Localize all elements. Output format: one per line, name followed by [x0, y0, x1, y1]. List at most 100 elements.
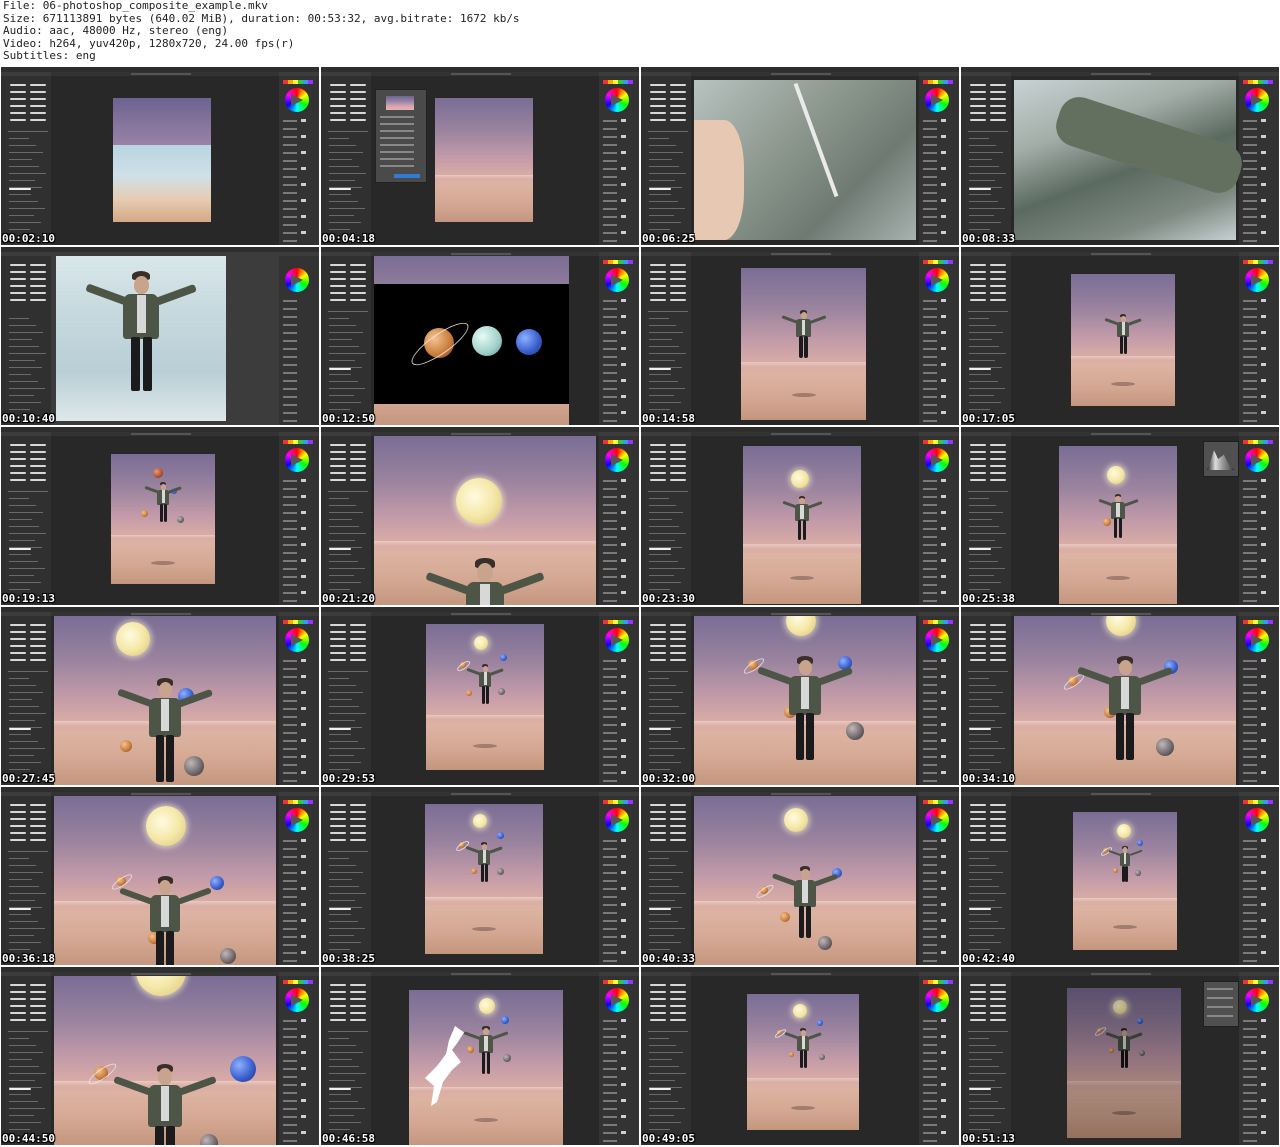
layer-row — [603, 136, 617, 138]
brush-selected-stroke — [329, 728, 351, 730]
composite-document — [374, 256, 569, 425]
layer-list-row — [969, 222, 1001, 223]
person-right-leg — [163, 504, 167, 522]
layer-row — [923, 928, 937, 930]
color-swatch — [948, 80, 953, 84]
layer-row — [603, 1100, 617, 1102]
layer-row — [923, 864, 937, 866]
person-right-leg — [804, 336, 808, 358]
layer-thumbnail — [1261, 347, 1266, 350]
layer-list-row — [649, 935, 674, 936]
person-head — [1118, 659, 1132, 676]
brush-selected-stroke — [649, 368, 671, 370]
layer-thumbnail — [621, 739, 626, 742]
brush-stroke-preview — [990, 264, 1006, 266]
brush-stroke-preview — [670, 472, 686, 474]
layer-row — [283, 848, 297, 850]
composite-document — [54, 976, 276, 1145]
layer-row — [1243, 684, 1257, 686]
person-figure — [783, 1028, 823, 1073]
layer-row — [603, 840, 617, 842]
layer-row — [1243, 1132, 1257, 1134]
layer-list-row — [649, 561, 678, 562]
video-thumbnail: 00:32:00 — [641, 607, 959, 785]
person-left-arm — [112, 1075, 153, 1096]
layer-row — [283, 380, 297, 382]
layer-thumbnail — [1261, 659, 1266, 662]
brush-stroke-preview — [30, 991, 46, 993]
blue-planet — [817, 1020, 823, 1026]
layer-row — [603, 1068, 617, 1070]
layer-thumbnail — [301, 1083, 306, 1086]
layer-list-row — [329, 526, 359, 527]
layer-row — [1243, 1140, 1257, 1142]
layer-list-row — [329, 519, 352, 520]
brush-stroke-preview — [30, 832, 46, 834]
layer-list-row — [9, 1038, 29, 1039]
canvas-area — [371, 976, 599, 1145]
layer-list-row — [969, 935, 994, 936]
person-shadow — [474, 1117, 498, 1122]
layer-thumbnail — [1261, 331, 1266, 334]
panel-divider — [8, 1031, 48, 1032]
layer-list-row — [649, 589, 670, 590]
person-head — [1120, 315, 1126, 322]
layer-thumbnail — [941, 771, 946, 774]
layer-thumbnail — [1261, 855, 1266, 858]
video-thumbnail: 00:04:18 — [321, 67, 639, 245]
layer-row — [1243, 136, 1257, 138]
layer-row — [283, 756, 297, 758]
layer-list-row — [649, 582, 681, 583]
layer-row — [603, 404, 617, 406]
brush-selected-stroke — [329, 908, 351, 910]
brush-stroke-preview — [10, 119, 26, 121]
composite-document — [374, 436, 596, 605]
layer-row — [923, 544, 937, 546]
person-figure — [143, 482, 183, 527]
layer-list-row — [329, 1038, 349, 1039]
layer-thumbnail — [941, 1115, 946, 1118]
layer-list-row — [649, 762, 681, 763]
layer-list-row — [649, 1101, 678, 1102]
color-and-layers-panel — [919, 616, 959, 785]
layer-list-row — [649, 201, 678, 202]
layer-thumbnail — [1261, 887, 1266, 890]
layer-list-row — [9, 166, 39, 167]
brush-stroke-preview — [670, 479, 686, 481]
brush-stroke-preview — [970, 444, 986, 446]
layer-row — [603, 488, 617, 490]
properties-panel — [1203, 981, 1239, 1027]
layer-row — [283, 308, 297, 310]
color-and-layers-panel — [279, 256, 319, 425]
layer-row — [1243, 1044, 1257, 1046]
layer-thumbnail — [1261, 771, 1266, 774]
layer-list-row — [329, 935, 354, 936]
layer-list-row — [9, 409, 30, 410]
layer-list-row — [9, 568, 45, 569]
layer-thumbnail — [1261, 1131, 1266, 1134]
layer-list-row — [649, 395, 674, 396]
layer-list-row — [329, 533, 366, 534]
panel-divider — [328, 671, 368, 672]
layer-row — [603, 480, 617, 482]
layer-row — [283, 944, 297, 946]
layer-list-row — [329, 858, 349, 859]
brush-selected-stroke — [649, 908, 671, 910]
composite-document — [694, 796, 916, 965]
video-thumbnail: 00:08:33 — [961, 67, 1279, 245]
layer-list-row — [649, 713, 686, 714]
layer-row — [283, 872, 297, 874]
layer-thumbnail — [301, 527, 306, 530]
person-figure — [464, 842, 504, 887]
brush-stroke-preview — [30, 292, 46, 294]
brush-stroke-preview — [670, 984, 686, 986]
person-figure — [1103, 314, 1143, 359]
brush-stroke-preview — [670, 271, 686, 273]
thumbnail-timestamp: 00:51:13 — [962, 1132, 1015, 1145]
brush-stroke-preview — [650, 631, 666, 633]
composite-document — [111, 454, 215, 584]
composite-document — [426, 624, 544, 770]
video-thumbnail: 00:42:40 — [961, 787, 1279, 965]
layer-thumbnail — [621, 951, 626, 954]
layer-row — [603, 888, 617, 890]
